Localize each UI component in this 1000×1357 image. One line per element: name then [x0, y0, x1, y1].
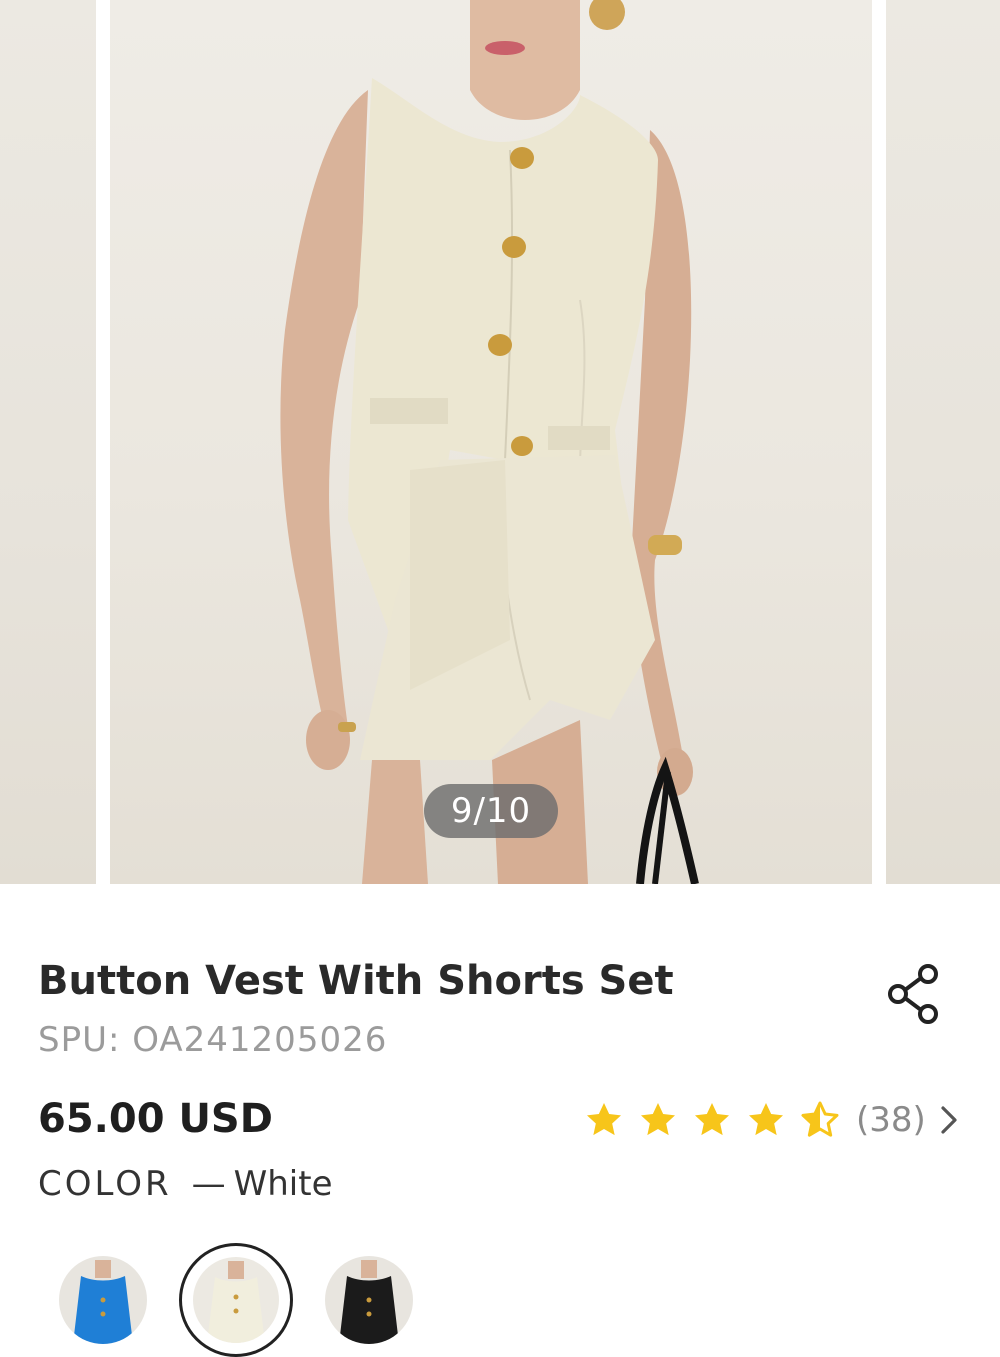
color-swatch-white[interactable]: [193, 1257, 279, 1343]
review-count[interactable]: (38): [856, 1100, 926, 1140]
product-image[interactable]: [110, 0, 872, 884]
selected-color: White: [233, 1164, 333, 1204]
swatch-black-thumbnail: [325, 1256, 413, 1344]
color-separator: —: [191, 1164, 226, 1204]
star-full-icon: [749, 1103, 783, 1136]
star-full-icon: [695, 1103, 729, 1136]
share-icon: [888, 964, 938, 1024]
next-image-peek[interactable]: [886, 0, 1000, 884]
product-photo-illustration: [280, 0, 699, 884]
product-title: Button Vest With Shorts Set: [38, 958, 674, 1004]
chevron-right-icon[interactable]: [936, 1100, 962, 1140]
star-full-icon: [587, 1103, 621, 1136]
star-half-icon: [801, 1101, 839, 1137]
color-selection-label: COLOR — White: [38, 1164, 333, 1204]
product-image-gallery[interactable]: 9/10: [0, 0, 1000, 884]
product-price: 65.00 USD: [38, 1096, 273, 1142]
color-swatch-blue[interactable]: [59, 1256, 147, 1344]
star-full-icon: [641, 1103, 675, 1136]
color-label: COLOR: [38, 1164, 172, 1204]
previous-image-peek[interactable]: [0, 0, 96, 884]
share-button[interactable]: [884, 960, 944, 1026]
image-counter: 9/10: [424, 784, 558, 838]
rating-summary[interactable]: (38): [584, 1096, 962, 1144]
color-swatch-black[interactable]: [325, 1256, 413, 1344]
swatch-white-thumbnail: [193, 1257, 279, 1343]
swatch-blue-thumbnail: [59, 1256, 147, 1344]
product-spu: SPU: OA241205026: [38, 1020, 388, 1060]
